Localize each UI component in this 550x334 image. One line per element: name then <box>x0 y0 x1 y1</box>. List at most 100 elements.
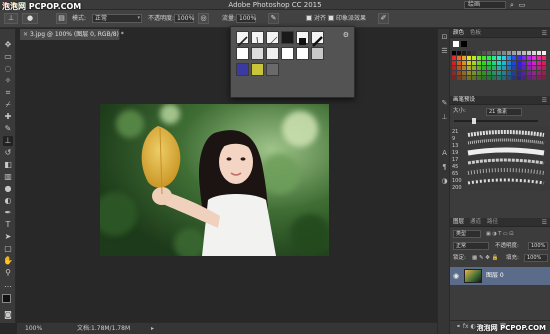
swatch-cell[interactable] <box>507 66 511 70</box>
swatch-black[interactable] <box>461 41 467 47</box>
properties-panel-icon[interactable]: ☰ <box>440 47 449 56</box>
swatch-cell[interactable] <box>507 61 511 65</box>
clone-source-icon[interactable]: ⊥ <box>440 113 449 122</box>
gradient-tool-icon[interactable]: ▥ <box>3 172 13 182</box>
swatch-cell[interactable] <box>457 66 461 70</box>
swatch-cell[interactable] <box>482 76 486 80</box>
flow-field[interactable]: 100% <box>236 14 256 23</box>
swatch-cell[interactable] <box>497 61 501 65</box>
swatch-cell[interactable] <box>537 61 541 65</box>
layer-row[interactable]: ◉ 图层 0 <box>450 267 550 285</box>
tab-color[interactable]: 颜色 <box>453 29 464 38</box>
swatch-cell[interactable] <box>457 71 461 75</box>
pen-tool-icon[interactable]: ✒ <box>3 208 13 218</box>
airbrush-icon[interactable]: ✎ <box>268 13 279 24</box>
lasso-tool-icon[interactable]: ◌ <box>3 64 13 74</box>
swatch-cell[interactable] <box>482 51 486 55</box>
swatch-cell[interactable] <box>467 56 471 60</box>
more-tools-icon[interactable]: … <box>3 280 13 290</box>
swatch-cell[interactable] <box>517 51 521 55</box>
swatch-cell[interactable] <box>522 66 526 70</box>
swatch-cell[interactable] <box>467 51 471 55</box>
swatch-cell[interactable] <box>497 76 501 80</box>
brush-dry-5[interactable] <box>296 47 309 60</box>
swatch-cell[interactable] <box>517 71 521 75</box>
swatch-white[interactable] <box>453 41 459 47</box>
blend-mode-select[interactable]: 正常 <box>453 242 489 250</box>
swatch-cell[interactable] <box>467 66 471 70</box>
foreground-color-swatch[interactable] <box>2 294 11 303</box>
size-slider-thumb[interactable] <box>472 118 476 124</box>
swatch-cell[interactable] <box>502 61 506 65</box>
layer-kind-filter[interactable]: 类型 <box>453 230 481 238</box>
swatch-cell[interactable] <box>532 76 536 80</box>
swatch-cell[interactable] <box>522 71 526 75</box>
brush-panel-icon[interactable]: ✎ <box>440 99 449 108</box>
swatch-cell[interactable] <box>472 51 476 55</box>
swatch-cell[interactable] <box>452 56 456 60</box>
swatch-cell[interactable] <box>507 56 511 60</box>
swatch-cell[interactable] <box>502 76 506 80</box>
swatch-cell[interactable] <box>542 76 546 80</box>
swatch-cell[interactable] <box>527 51 531 55</box>
swatch-cell[interactable] <box>452 71 456 75</box>
swatch-cell[interactable] <box>507 51 511 55</box>
brush-chalk[interactable] <box>296 31 309 45</box>
swatch-cell[interactable] <box>537 56 541 60</box>
swatch-cell[interactable] <box>532 66 536 70</box>
swatch-cell[interactable] <box>497 51 501 55</box>
swatch-cell[interactable] <box>542 56 546 60</box>
swatch-cell[interactable] <box>462 56 466 60</box>
tab-swatches[interactable]: 色板 <box>470 29 481 38</box>
swatch-cell[interactable] <box>497 71 501 75</box>
swatch-cell[interactable] <box>527 61 531 65</box>
swatch-cell[interactable] <box>487 71 491 75</box>
swatch-cell[interactable] <box>522 56 526 60</box>
swatch-cell[interactable] <box>477 71 481 75</box>
swatch-cell[interactable] <box>497 66 501 70</box>
tab-channels[interactable]: 通道 <box>470 218 481 227</box>
swatch-cell[interactable] <box>457 56 461 60</box>
swatch-cell[interactable] <box>472 71 476 75</box>
layer-opacity-field[interactable]: 100% <box>528 242 548 250</box>
history-brush-tool-icon[interactable]: ↺ <box>3 148 13 158</box>
aligned-checkbox[interactable] <box>306 15 312 21</box>
swatch-cell[interactable] <box>512 61 516 65</box>
swatch-cell[interactable] <box>522 76 526 80</box>
lock-icons[interactable]: ▦ ✎ ✥ 🔒 <box>472 254 499 262</box>
tab-brush-presets[interactable]: 画笔预设 <box>453 96 475 105</box>
zoom-level[interactable]: 100% <box>25 323 42 334</box>
brush-pattern-2[interactable] <box>251 63 264 76</box>
swatch-cell[interactable] <box>487 56 491 60</box>
panel-menu-icon[interactable]: ☰ <box>542 29 547 38</box>
swatch-cell[interactable] <box>487 66 491 70</box>
paragraph-panel-icon[interactable]: ¶ <box>440 163 449 172</box>
brush-tool-icon[interactable]: ✎ <box>3 124 13 134</box>
swatch-cell[interactable] <box>462 61 466 65</box>
search-icon[interactable]: ⌕ <box>508 1 516 9</box>
crop-tool-icon[interactable]: ⌗ <box>3 88 13 98</box>
swatch-cell[interactable] <box>502 56 506 60</box>
brush-pattern-1[interactable] <box>236 63 249 76</box>
swatch-cell[interactable] <box>452 61 456 65</box>
path-select-tool-icon[interactable]: ➤ <box>3 232 13 242</box>
swatch-cell[interactable] <box>452 66 456 70</box>
brush-preset-picker-popup[interactable]: ⚙ <box>230 26 355 98</box>
tab-layers[interactable]: 图层 <box>453 218 464 227</box>
size-slider[interactable] <box>454 120 538 122</box>
swatch-cell[interactable] <box>537 66 541 70</box>
swatch-cell[interactable] <box>512 76 516 80</box>
swatch-cell[interactable] <box>462 66 466 70</box>
swatch-cell[interactable] <box>507 76 511 80</box>
tablet-pressure-icon[interactable]: ✐ <box>378 13 389 24</box>
opacity-pressure-icon[interactable]: ◎ <box>198 13 209 24</box>
swatch-cell[interactable] <box>527 76 531 80</box>
brush-fine[interactable] <box>266 31 279 47</box>
swatch-cell[interactable] <box>487 76 491 80</box>
impressionist-checkbox[interactable] <box>328 15 334 21</box>
type-tool-icon[interactable]: T <box>3 220 13 230</box>
blur-tool-icon[interactable]: ● <box>3 184 13 194</box>
swatch-cell[interactable] <box>517 76 521 80</box>
zoom-tool-icon[interactable]: ⚲ <box>3 268 13 278</box>
swatch-cell[interactable] <box>467 71 471 75</box>
